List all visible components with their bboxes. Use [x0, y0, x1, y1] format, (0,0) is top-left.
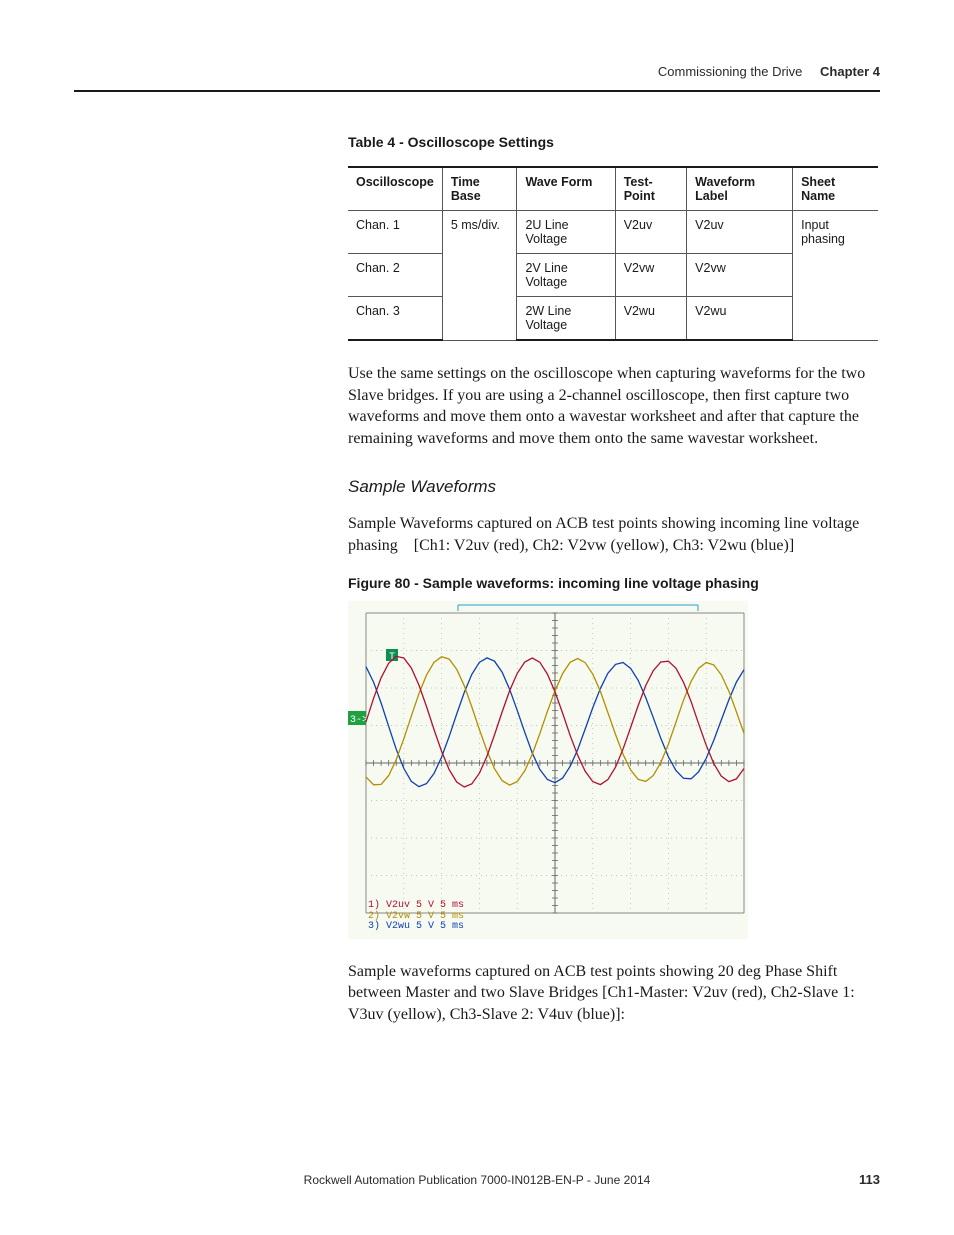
- th-wave-form: Wave Form: [517, 167, 615, 211]
- channel3-marker: 3->: [350, 715, 368, 726]
- cell-testpoint: V2wu: [615, 297, 686, 341]
- paragraph-2: Sample Waveforms captured on ACB test po…: [348, 513, 878, 556]
- page-footer: Rockwell Automation Publication 7000-IN0…: [74, 1173, 880, 1187]
- legend-ch3: 3) V2wu 5 V 5 ms: [368, 922, 464, 933]
- cell-testpoint: V2uv: [615, 211, 686, 254]
- table-row: Chan. 1 5 ms/div. 2U Line Voltage V2uv V…: [348, 211, 878, 254]
- cell-timebase: 5 ms/div.: [442, 211, 517, 341]
- table4-caption: Table 4 - Oscilloscope Settings: [348, 134, 878, 150]
- header-section: Commissioning the Drive: [658, 64, 803, 79]
- subhead-sample-waveforms: Sample Waveforms: [348, 477, 878, 497]
- figure80-caption: Figure 80 - Sample waveforms: incoming l…: [348, 575, 878, 591]
- th-sheet-name: Sheet Name: [793, 167, 878, 211]
- main-content: Table 4 - Oscilloscope Settings Oscillos…: [348, 134, 878, 1039]
- cell-waveform: 2W Line Voltage: [517, 297, 615, 341]
- cell-osc: Chan. 2: [348, 254, 442, 297]
- th-oscilloscope: Oscilloscope: [348, 167, 442, 211]
- cell-wflabel: V2uv: [687, 211, 793, 254]
- th-time-base: Time Base: [442, 167, 517, 211]
- table-header-row: Oscilloscope Time Base Wave Form Test-Po…: [348, 167, 878, 211]
- paragraph-1: Use the same settings on the oscilloscop…: [348, 363, 878, 449]
- paragraph-3: Sample waveforms captured on ACB test po…: [348, 961, 878, 1026]
- scope-legend: 1) V2uv 5 V 5 ms 2) V2vw 5 V 5 ms 3) V2w…: [368, 901, 464, 933]
- cell-waveform: 2U Line Voltage: [517, 211, 615, 254]
- page-number: 113: [859, 1172, 880, 1187]
- cell-wflabel: V2vw: [687, 254, 793, 297]
- cell-testpoint: V2vw: [615, 254, 686, 297]
- cell-sheetname: Input phasing: [793, 211, 878, 341]
- page-header: Commissioning the Drive Chapter 4: [658, 64, 880, 79]
- legend-ch1: 1) V2uv 5 V 5 ms: [368, 901, 464, 912]
- cell-waveform: 2V Line Voltage: [517, 254, 615, 297]
- th-waveform-label: Waveform Label: [687, 167, 793, 211]
- footer-publication: Rockwell Automation Publication 7000-IN0…: [304, 1173, 651, 1187]
- cell-wflabel: V2wu: [687, 297, 793, 341]
- cell-osc: Chan. 3: [348, 297, 442, 341]
- oscilloscope-display: 3-> T: [348, 601, 748, 939]
- th-test-point: Test-Point: [615, 167, 686, 211]
- header-chapter: Chapter 4: [820, 64, 880, 79]
- figure80-scope: 3-> T 1) V2uv 5 V 5 ms 2) V2vw 5 V 5 ms …: [348, 601, 748, 939]
- header-rule: [74, 90, 880, 92]
- table4: Oscilloscope Time Base Wave Form Test-Po…: [348, 166, 878, 341]
- cell-osc: Chan. 1: [348, 211, 442, 254]
